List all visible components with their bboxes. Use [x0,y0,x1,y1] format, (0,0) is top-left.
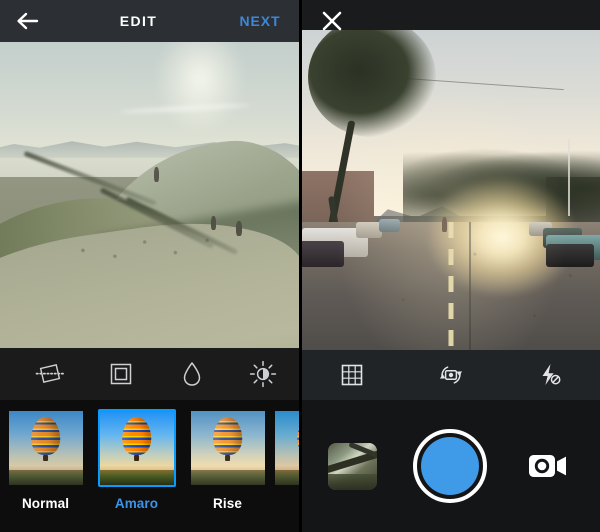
filter-carousel[interactable]: Normal Amaro Rise [0,400,299,532]
switch-camera-button[interactable] [401,350,500,400]
adjust-tool-button[interactable] [14,348,85,400]
photo-sun-glow [155,42,246,134]
filter-label: Normal [21,496,70,511]
thumb-balloon-basket [224,455,231,461]
filter-label: Amaro [114,496,159,511]
thumb-ground [275,470,299,485]
instagram-camera-screen [302,0,600,532]
filter-label: Rise [213,496,242,511]
shutter-button[interactable] [412,429,487,503]
close-x-icon [322,11,342,31]
dual-phone-screenshot: EDIT NEXT Normal Amaro Rise [0,0,600,532]
filter-thumbnail [189,409,267,487]
thumb-balloon-basket [133,455,140,461]
photo-person [210,216,216,231]
close-button[interactable] [302,0,362,42]
grid-icon [341,364,362,386]
photo-person [153,167,159,183]
viewfinder-parked-car [379,218,401,232]
thumb-ground [8,470,83,485]
page-title: EDIT [119,13,158,29]
edit-tools-toolbar [0,348,299,400]
filter-thumbnail [7,409,85,487]
gallery-thumbnail[interactable] [328,442,377,490]
edit-photo-preview[interactable] [0,42,299,348]
tilt-shift-tool-button[interactable] [157,348,228,400]
thumb-balloon [30,416,61,456]
camera-bottom-bar [302,400,600,532]
instagram-edit-screen: EDIT NEXT Normal Amaro Rise [0,0,299,532]
thumb-ground [99,470,174,485]
viewfinder-parked-car [302,241,344,267]
thumb-ground [190,470,265,485]
filter-item-normal[interactable]: Normal [0,409,91,511]
viewfinder-road-seam [468,222,471,350]
viewfinder-pedestrian [442,217,448,233]
photo-person [236,221,243,236]
next-button[interactable]: NEXT [221,0,299,42]
camera-tools-toolbar [302,350,600,400]
camera-viewfinder[interactable] [302,30,600,350]
edit-header-bar: EDIT NEXT [0,0,299,42]
thumb-balloon-basket [42,455,49,461]
frame-icon [110,363,132,385]
gallery-thumb-foreground [328,473,377,490]
viewfinder-parked-car [355,222,383,238]
grid-tool-button[interactable] [302,350,401,400]
tilt-shift-drop-icon [183,362,201,386]
shutter-button-fill [420,437,479,495]
filter-item-amaro[interactable]: Amaro [91,409,182,511]
video-mode-button[interactable] [522,444,574,488]
filter-thumbnail [273,409,299,487]
flash-off-icon [542,364,561,385]
brightness-sun-icon [250,360,277,388]
camera-flip-icon [439,366,462,384]
lux-tool-button[interactable] [228,348,299,400]
video-camera-icon [529,455,566,477]
frame-tool-button[interactable] [85,348,156,400]
thumb-balloon [212,416,243,456]
back-arrow-icon [17,12,39,30]
filter-item-next-partial[interactable] [273,409,299,487]
filter-thumbnail [97,409,176,487]
flash-toggle-button[interactable] [501,350,600,400]
straighten-icon [35,364,64,383]
viewfinder-road-centerline [448,222,454,350]
filter-item-rise[interactable]: Rise [182,409,273,511]
back-button[interactable] [0,0,56,42]
thumb-balloon [121,416,152,456]
viewfinder-parked-car [546,244,595,267]
